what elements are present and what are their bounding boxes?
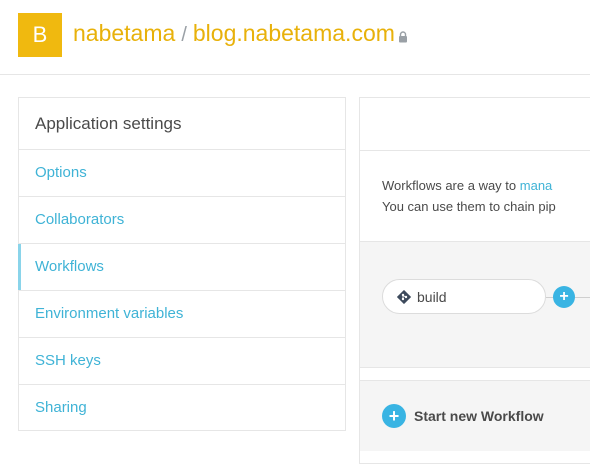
plus-circle-icon: + (382, 404, 406, 428)
workflow-canvas: build + (360, 242, 590, 368)
settings-sidebar: Application settings Options Collaborato… (18, 97, 346, 431)
lock-icon (398, 30, 408, 43)
breadcrumb: nabetama / blog.nabetama.com (73, 20, 408, 52)
start-new-workflow-label: Start new Workflow (414, 408, 544, 424)
sidebar-item-options[interactable]: Options (19, 150, 345, 197)
sidebar-title: Application settings (19, 98, 345, 150)
sidebar-item-environment-variables[interactable]: Environment variables (19, 291, 345, 338)
app-header: B nabetama / blog.nabetama.com (0, 0, 590, 75)
description-text: Workflows are a way to (382, 178, 520, 193)
description-line-1: Workflows are a way to mana (382, 175, 590, 196)
workflows-panel: Workflows are a way to mana You can use … (359, 97, 590, 464)
description-line-2: You can use them to chain pip (382, 199, 556, 214)
breadcrumb-separator: / (181, 24, 187, 46)
add-step-button[interactable]: + (553, 286, 575, 308)
workflows-description: Workflows are a way to mana You can use … (360, 151, 590, 242)
panel-header (360, 98, 590, 151)
plus-icon: + (559, 288, 569, 305)
sidebar-item-sharing[interactable]: Sharing (19, 385, 345, 431)
breadcrumb-app-name[interactable]: blog.nabetama.com (193, 20, 395, 47)
sidebar-item-ssh-keys[interactable]: SSH keys (19, 338, 345, 385)
new-workflow-area: + Start new Workflow (360, 380, 590, 451)
start-new-workflow-button[interactable]: + Start new Workflow (382, 404, 544, 428)
manage-link[interactable]: mana (520, 178, 553, 193)
git-icon (396, 289, 412, 304)
workflow-step-label: build (417, 288, 447, 305)
sidebar-item-collaborators[interactable]: Collaborators (19, 197, 345, 244)
sidebar-item-workflows[interactable]: Workflows (18, 244, 345, 291)
breadcrumb-owner[interactable]: nabetama (73, 20, 175, 47)
workflow-step-build[interactable]: build (382, 279, 546, 314)
app-avatar[interactable]: B (18, 13, 62, 57)
